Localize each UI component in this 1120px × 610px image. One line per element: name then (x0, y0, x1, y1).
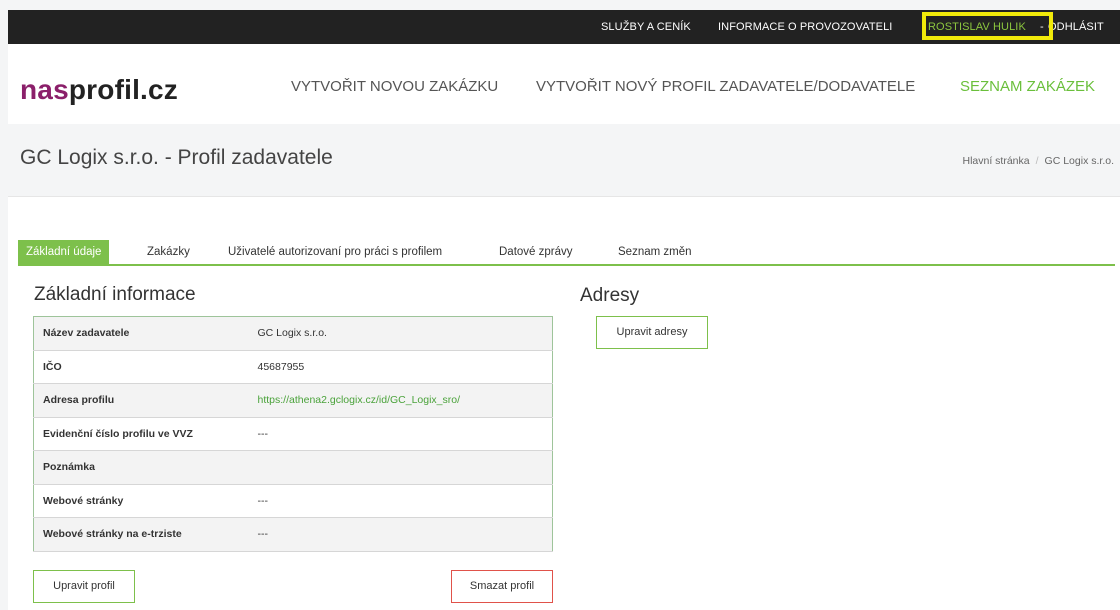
breadcrumb-separator: / (1035, 155, 1039, 167)
operator-info-link[interactable]: INFORMACE O PROVOZOVATELI (718, 10, 892, 44)
logo-part-1: nas (20, 74, 69, 105)
row-key: Název zadavatele (33, 316, 249, 351)
page-title: GC Logix s.r.o. - Profil zadavatele (20, 146, 333, 169)
site-logo[interactable]: nasprofil.cz (20, 74, 178, 106)
tab-contracts[interactable]: Zakázky (147, 240, 190, 264)
basic-info-heading: Základní informace (34, 284, 196, 305)
site-header: nasprofil.cz VYTVOŘIT NOVOU ZAKÁZKU VYTV… (8, 44, 1120, 124)
logo-part-2: profil.cz (68, 74, 178, 105)
row-key: Webové stránky na e-trziste (33, 517, 249, 552)
tab-authorized-users[interactable]: Uživatelé autorizovaní pro práci s profi… (228, 240, 442, 264)
row-key: Evidenční číslo profilu ve VVZ (33, 417, 249, 451)
table-row: Evidenční číslo profilu ve VVZ --- (33, 417, 553, 451)
logout-link[interactable]: ODHLÁSIT (1048, 10, 1104, 44)
table-row: Adresa profilu https://athena2.gclogix.c… (33, 383, 553, 418)
breadcrumb-home[interactable]: Hlavní stránka (963, 155, 1030, 167)
table-row: Webové stránky na e-trziste --- (33, 517, 553, 552)
row-key: Webové stránky (33, 484, 249, 518)
table-row: IČO 45687955 (33, 350, 553, 384)
edit-profile-button[interactable]: Upravit profil (33, 570, 135, 603)
edit-addresses-button[interactable]: Upravit adresy (596, 316, 708, 349)
row-key: IČO (33, 350, 249, 384)
row-key: Adresa profilu (33, 383, 249, 418)
main-content: Základní údaje Zakázky Uživatelé autoriz… (8, 197, 1120, 610)
nav-contract-list[interactable]: SEZNAM ZAKÁZEK (960, 78, 1095, 95)
tab-bar: Základní údaje Zakázky Uživatelé autoriz… (18, 240, 1115, 266)
breadcrumb-current[interactable]: GC Logix s.r.o. (1045, 155, 1114, 167)
tab-basic-info[interactable]: Základní údaje (18, 240, 110, 264)
table-row: Webové stránky --- (33, 484, 553, 518)
table-row: Poznámka (33, 450, 553, 485)
addresses-heading: Adresy (580, 285, 640, 306)
breadcrumb: Hlavní stránka / GC Logix s.r.o. (963, 155, 1115, 167)
row-value: 45687955 (248, 350, 553, 384)
row-value: --- (248, 517, 553, 552)
nav-new-contract[interactable]: VYTVOŘIT NOVOU ZAKÁZKU (291, 78, 498, 95)
user-highlight-box (922, 12, 1053, 40)
row-value: GC Logix s.r.o. (248, 316, 553, 351)
profile-info-table: Název zadavatele GC Logix s.r.o. IČO 456… (33, 316, 553, 552)
nav-new-profile[interactable]: VYTVOŘIT NOVÝ PROFIL ZADAVATELE/DODAVATE… (536, 78, 915, 95)
tab-change-list[interactable]: Seznam změn (618, 240, 692, 264)
tab-data-messages[interactable]: Datové zprávy (499, 240, 573, 264)
delete-profile-button[interactable]: Smazat profil (451, 570, 553, 603)
profile-address-link[interactable]: https://athena2.gclogix.cz/id/GC_Logix_s… (248, 383, 553, 418)
services-link[interactable]: SLUŽBY A CENÍK (601, 10, 691, 44)
row-key: Poznámka (33, 450, 249, 485)
row-value: --- (248, 484, 553, 518)
title-band: GC Logix s.r.o. - Profil zadavatele Hlav… (8, 124, 1120, 197)
top-bar: SLUŽBY A CENÍK INFORMACE O PROVOZOVATELI… (8, 10, 1120, 44)
table-row: Název zadavatele GC Logix s.r.o. (33, 316, 553, 351)
row-value (248, 450, 553, 485)
row-value: --- (248, 417, 553, 451)
